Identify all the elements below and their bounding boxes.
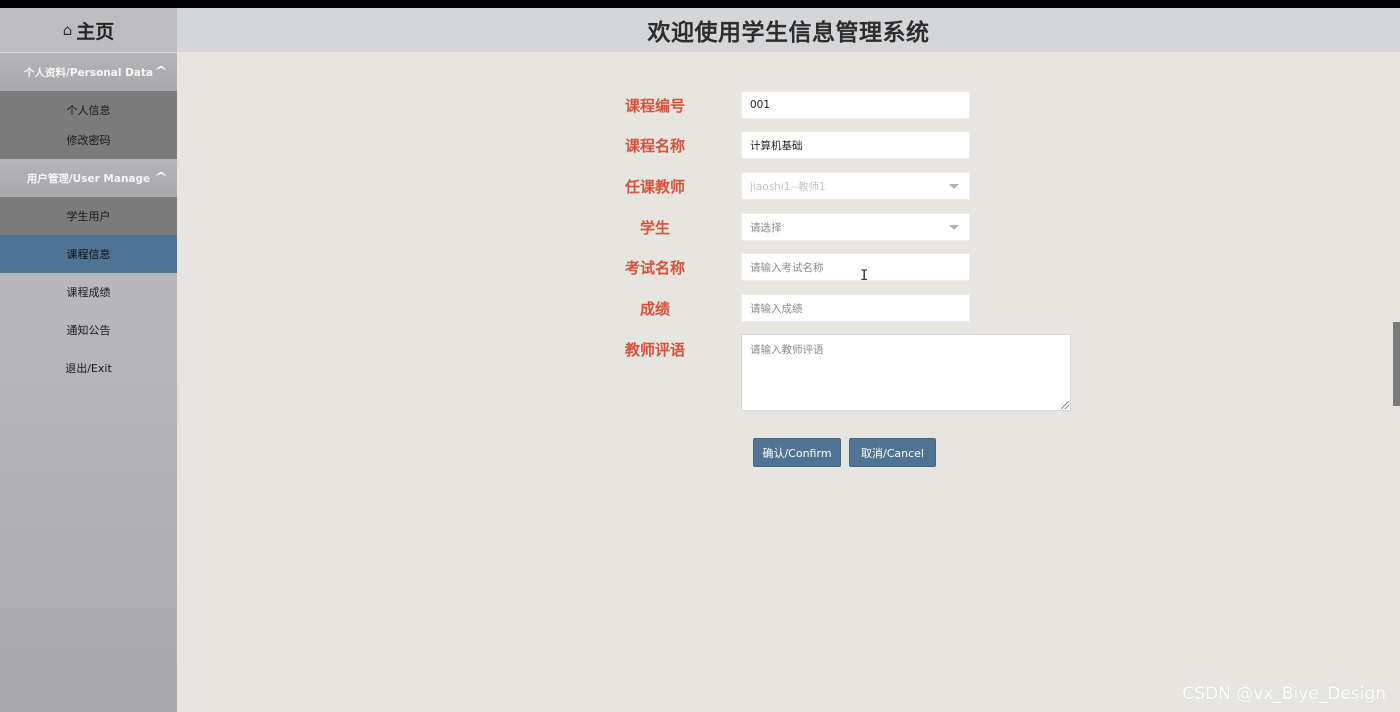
course-name-field[interactable]: 计算机基础 <box>741 131 970 159</box>
course-code-value: 001 <box>750 99 771 111</box>
score-placeholder: 请输入成绩 <box>750 302 803 315</box>
watermark: CSDN @vx_Biye_Design <box>1182 684 1386 704</box>
row-teacher: 任课教师 <box>600 172 710 200</box>
sidebar: ⌂ 主页 个人资料/Personal Data ^ 个人信息 修改密码 用户管理… <box>0 8 177 712</box>
course-name-value: 计算机基础 <box>750 139 803 152</box>
sidebar-group-label: 个人资料/Personal Data <box>23 66 153 79</box>
sidebar-item-course-info[interactable]: 课程信息 <box>0 235 177 273</box>
comment-label: 教师评语 <box>624 340 685 359</box>
course-code-label: 课程编号 <box>624 96 685 115</box>
student-select[interactable]: 请选择 <box>741 213 970 241</box>
exam-name-label: 考试名称 <box>624 258 685 277</box>
row-course-name: 课程名称 <box>600 131 710 159</box>
window-top-bar <box>0 0 1400 8</box>
teacher-select[interactable]: jiaoshi1--教师1 <box>741 172 970 200</box>
sidebar-item-change-password[interactable]: 修改密码 <box>0 125 177 155</box>
chevron-up-icon: ^ <box>153 64 169 78</box>
sidebar-item-notices[interactable]: 通知公告 <box>0 311 177 349</box>
sidebar-item-course-scores[interactable]: 课程成绩 <box>0 273 177 311</box>
sidebar-group-user-manage[interactable]: 用户管理/User Manage ^ <box>0 159 177 197</box>
student-label: 学生 <box>639 218 670 237</box>
course-code-field[interactable]: 001 <box>741 91 970 119</box>
sidebar-group-personal-data[interactable]: 个人资料/Personal Data ^ <box>0 53 177 91</box>
comment-placeholder: 请输入教师评语 <box>750 344 824 356</box>
sidebar-submenu-personal: 个人信息 修改密码 <box>0 91 177 159</box>
sidebar-group-label: 用户管理/User Manage <box>26 172 151 185</box>
score-label: 成绩 <box>639 299 670 318</box>
teacher-label: 任课教师 <box>624 177 685 196</box>
row-course-code: 课程编号 <box>600 91 710 119</box>
teacher-value: jiaoshi1--教师1 <box>750 180 826 193</box>
sidebar-item-personal-info[interactable]: 个人信息 <box>0 95 177 125</box>
row-score: 成绩 <box>600 294 710 322</box>
home-icon: ⌂ <box>62 21 73 39</box>
row-comment: 教师评语 <box>600 335 710 363</box>
confirm-button[interactable]: 确认/Confirm <box>753 438 841 467</box>
text-cursor-icon: I <box>860 268 869 284</box>
cancel-button[interactable]: 取消/Cancel <box>849 438 936 467</box>
resize-grip-icon[interactable] <box>1061 401 1069 409</box>
home-link[interactable]: ⌂ 主页 <box>0 8 177 53</box>
exam-name-input[interactable]: 请输入考试名称 <box>741 253 970 281</box>
exam-name-placeholder: 请输入考试名称 <box>750 261 824 274</box>
row-student: 学生 <box>600 213 710 241</box>
sidebar-item-student-users[interactable]: 学生用户 <box>0 197 177 235</box>
chevron-up-icon: ^ <box>153 170 169 184</box>
page-title: 欢迎使用学生信息管理系统 <box>177 8 1400 52</box>
row-exam-name: 考试名称 <box>600 253 710 281</box>
home-label: 主页 <box>76 20 115 43</box>
sidebar-item-exit[interactable]: 退出/Exit <box>0 349 177 387</box>
dropdown-caret-icon <box>949 225 959 230</box>
comment-textarea[interactable]: 请输入教师评语 <box>741 334 1071 411</box>
score-input[interactable]: 请输入成绩 <box>741 294 970 322</box>
course-name-label: 课程名称 <box>624 136 685 155</box>
dropdown-caret-icon <box>949 184 959 189</box>
student-value: 请选择 <box>750 221 782 234</box>
scrollbar-thumb[interactable] <box>1393 322 1400 406</box>
